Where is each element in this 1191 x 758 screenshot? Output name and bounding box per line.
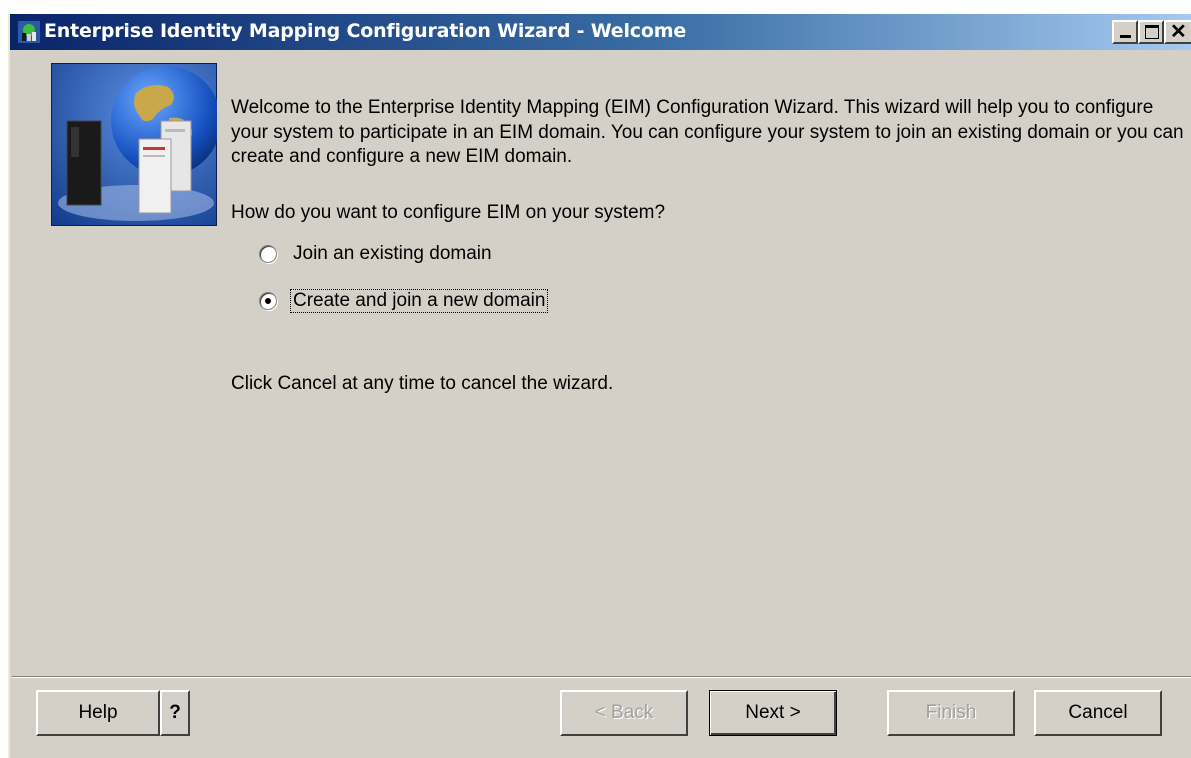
radio-button-checked[interactable] (259, 292, 277, 310)
back-button[interactable]: < Back (560, 690, 688, 736)
minimize-button[interactable] (1112, 20, 1138, 44)
radio-label: Join an existing domain (293, 243, 492, 264)
help-button[interactable]: Help (36, 690, 160, 736)
welcome-text: Welcome to the Enterprise Identity Mappi… (231, 97, 1184, 168)
wizard-window: Enterprise Identity Mapping Configuratio… (8, 14, 1191, 758)
configure-question: How do you want to configure EIM on your… (231, 202, 666, 223)
radio-label: Create and join a new domain (289, 289, 549, 313)
radio-button-unchecked[interactable] (259, 245, 277, 263)
footer-separator (12, 676, 1191, 678)
eim-app-icon (18, 21, 40, 43)
cancel-button[interactable]: Cancel (1034, 690, 1162, 736)
eim-servers-globe-image (51, 63, 217, 226)
cancel-hint-text: Click Cancel at any time to cancel the w… (231, 373, 614, 394)
finish-button[interactable]: Finish (887, 690, 1015, 736)
maximize-button[interactable] (1138, 20, 1164, 44)
close-button[interactable]: ✕ (1164, 20, 1191, 44)
minimize-icon (1120, 35, 1131, 38)
radio-create-new-domain[interactable]: Create and join a new domain (259, 288, 549, 314)
question-mark-button[interactable]: ? (160, 690, 190, 736)
window-title: Enterprise Identity Mapping Configuratio… (44, 20, 687, 42)
next-button[interactable]: Next > (709, 690, 837, 736)
close-icon: ✕ (1170, 21, 1187, 43)
title-bar[interactable]: Enterprise Identity Mapping Configuratio… (10, 14, 1191, 50)
maximize-icon (1145, 25, 1159, 39)
radio-join-existing-domain[interactable]: Join an existing domain (259, 241, 494, 267)
